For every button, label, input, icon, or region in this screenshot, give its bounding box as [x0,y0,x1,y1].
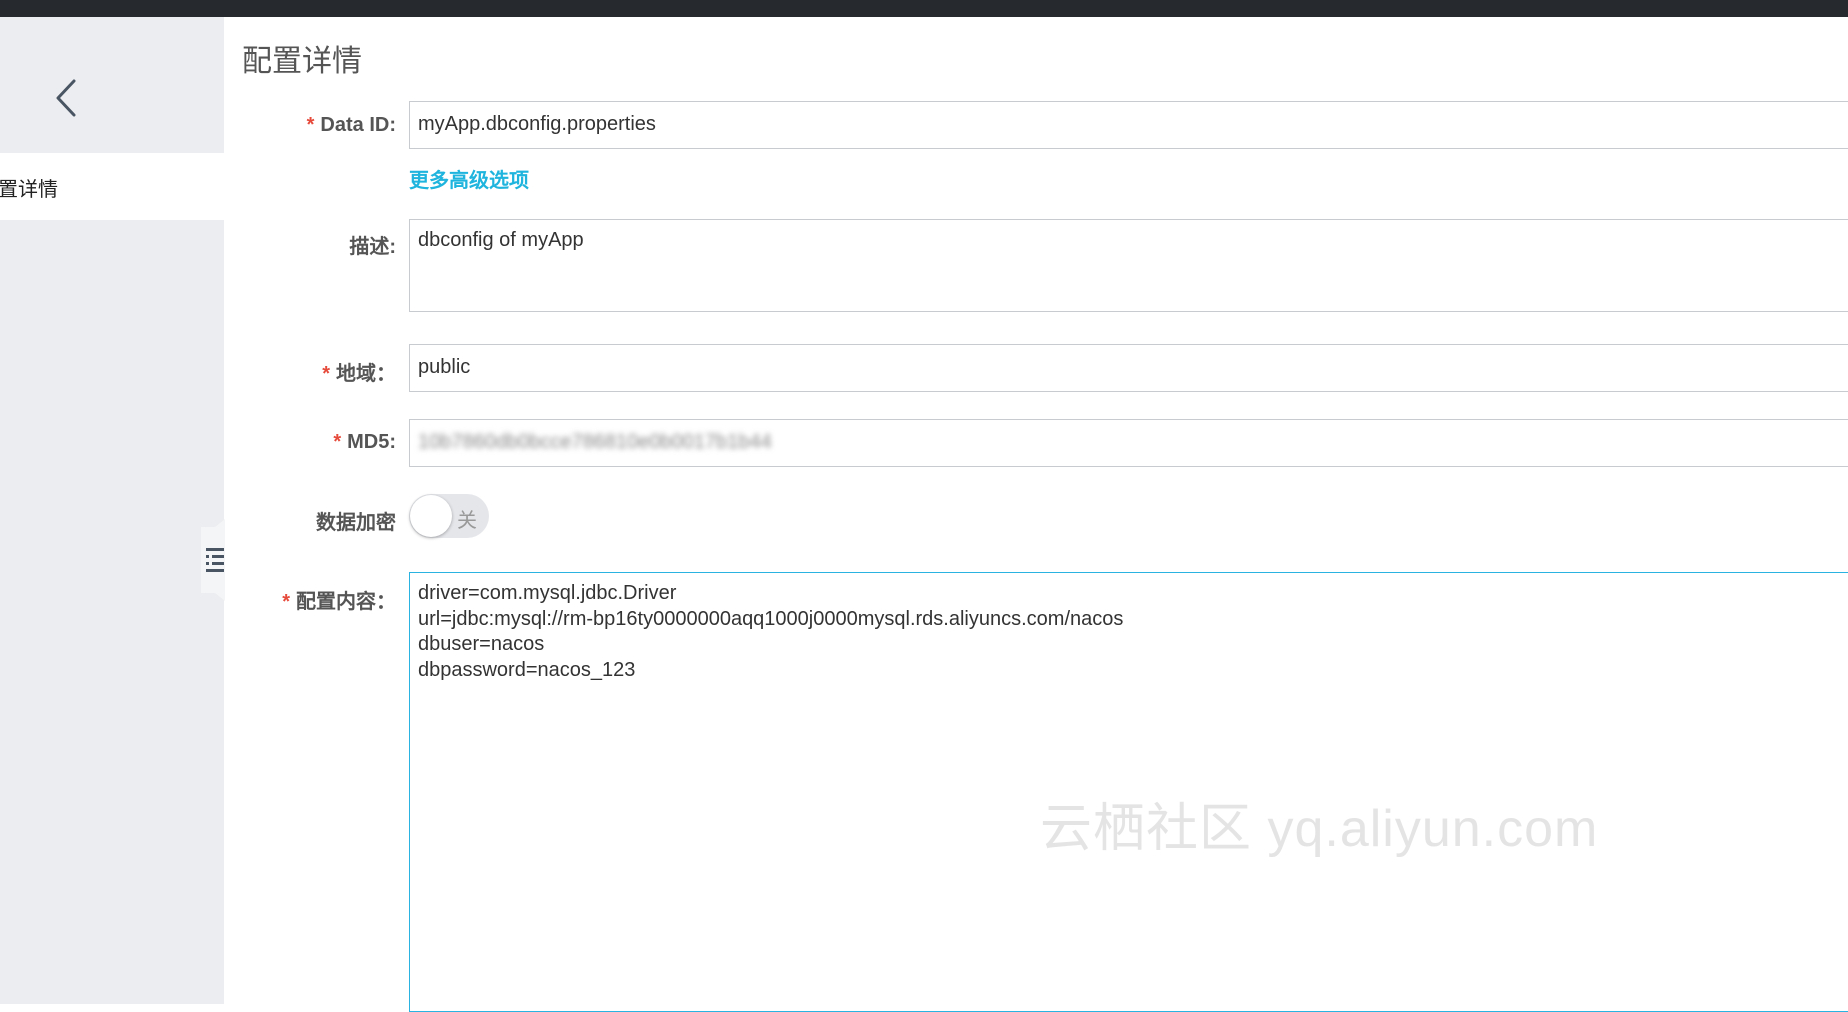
sidebar-item-config-detail[interactable]: 置详情 [0,153,224,220]
advanced-options-link[interactable]: 更多高级选项 [409,164,529,193]
code-line: url=jdbc:mysql://rm-bp16ty0000000aqq1000… [418,607,1124,630]
watermark: 云栖社区 yq.aliyun.com [1040,800,1599,858]
encryption-toggle[interactable]: 关 [409,494,489,538]
sidebar-item-label: 置详情 [0,179,58,201]
description-field[interactable]: dbconfig of myApp [409,219,1848,312]
code-line: dbuser=nacos [418,633,545,655]
content-label: * 配置内容： [282,591,396,613]
md5-label: * MD5: [333,431,396,453]
required-marker: * [306,114,315,136]
code-line: driver=com.mysql.jdbc.Driver [418,582,677,604]
data-id-label: * Data ID: [306,114,396,136]
toggle-knob [410,495,452,537]
chevron-left-icon [56,79,76,117]
toggle-state-text: 关 [457,510,477,532]
data-id-field[interactable]: myApp.dbconfig.properties [409,101,1848,149]
region-field[interactable]: public [409,344,1848,392]
back-button[interactable] [48,75,88,121]
required-marker: * [333,431,342,453]
sidebar: 置详情 [0,17,224,1004]
region-label: * 地域： [322,363,396,385]
code-line: dbpassword=nacos_123 [418,658,636,681]
md5-value: 10b7860db0bcce786810e0b0017b1b44 [418,431,772,453]
top-bar [0,0,1848,17]
page-title: 配置详情 [242,45,362,78]
required-marker: * [322,363,330,385]
description-label: 描述: [349,236,396,258]
sidebar-collapse-toggle[interactable] [201,519,225,601]
md5-field: 10b7860db0bcce786810e0b0017b1b44 [409,419,1848,467]
list-icon [201,519,225,601]
encryption-label: 数据加密 [316,512,396,534]
required-marker: * [282,591,290,613]
